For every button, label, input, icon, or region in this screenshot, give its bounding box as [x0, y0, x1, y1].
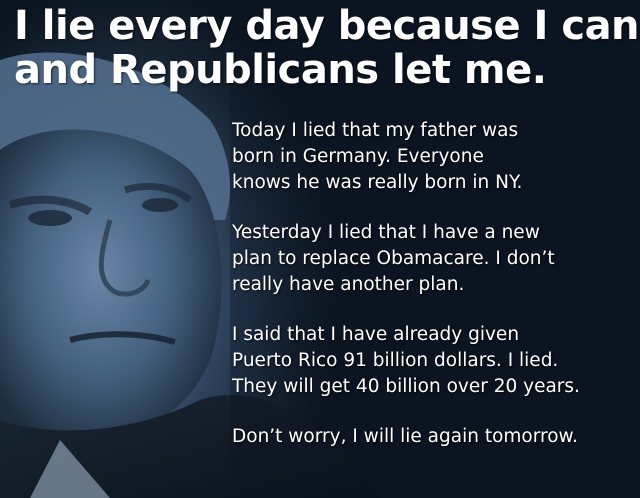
paragraph-closing: Don’t worry, I will lie again tomorrow. — [232, 424, 632, 450]
paragraph-puerto-rico: I said that I have already given Puerto … — [232, 322, 632, 400]
paragraph-line: Puerto Rico 91 billion dollars. I lied. — [232, 350, 559, 371]
paragraph-line: I said that I have already given — [232, 324, 520, 345]
paragraph-line: plan to replace Obamacare. I don’t — [232, 248, 555, 269]
paragraph-obamacare: Yesterday I lied that I have a new plan … — [232, 220, 632, 298]
headline-line-1: I lie every day because I can — [14, 3, 640, 49]
statement-text: Today I lied that my father was born in … — [232, 118, 632, 474]
paragraph-line: born in Germany. Everyone — [232, 146, 484, 167]
headline-line-2: and Republicans let me. — [14, 47, 547, 93]
paragraph-line: Today I lied that my father was — [232, 120, 519, 141]
paragraph-father: Today I lied that my father was born in … — [232, 118, 632, 196]
paragraph-line: Don’t worry, I will lie again tomorrow. — [232, 426, 578, 447]
headline: I lie every day because I can and Republ… — [14, 3, 640, 93]
paragraph-line: They will get 40 billion over 20 years. — [232, 376, 580, 397]
paragraph-line: really have another plan. — [232, 274, 465, 295]
meme-image: I lie every day because I can and Republ… — [0, 0, 640, 498]
paragraph-line: knows he was really born in NY. — [232, 172, 523, 193]
paragraph-line: Yesterday I lied that I have a new — [232, 222, 540, 243]
